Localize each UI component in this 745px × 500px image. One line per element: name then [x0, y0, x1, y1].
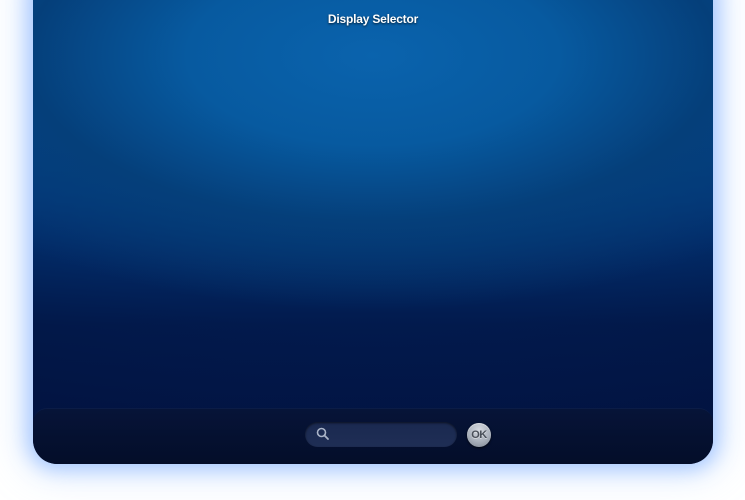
search-icon: [316, 427, 330, 441]
search-field[interactable]: [305, 422, 457, 447]
ok-button[interactable]: OK: [467, 423, 491, 447]
window-title: Display Selector: [327, 12, 419, 26]
bottom-toolbar: OK: [33, 408, 713, 464]
display-selector-window: Display Selector OK: [33, 0, 713, 464]
background-vignette: [33, 0, 713, 464]
ok-button-label: OK: [471, 429, 487, 441]
search-input[interactable]: [335, 425, 449, 444]
